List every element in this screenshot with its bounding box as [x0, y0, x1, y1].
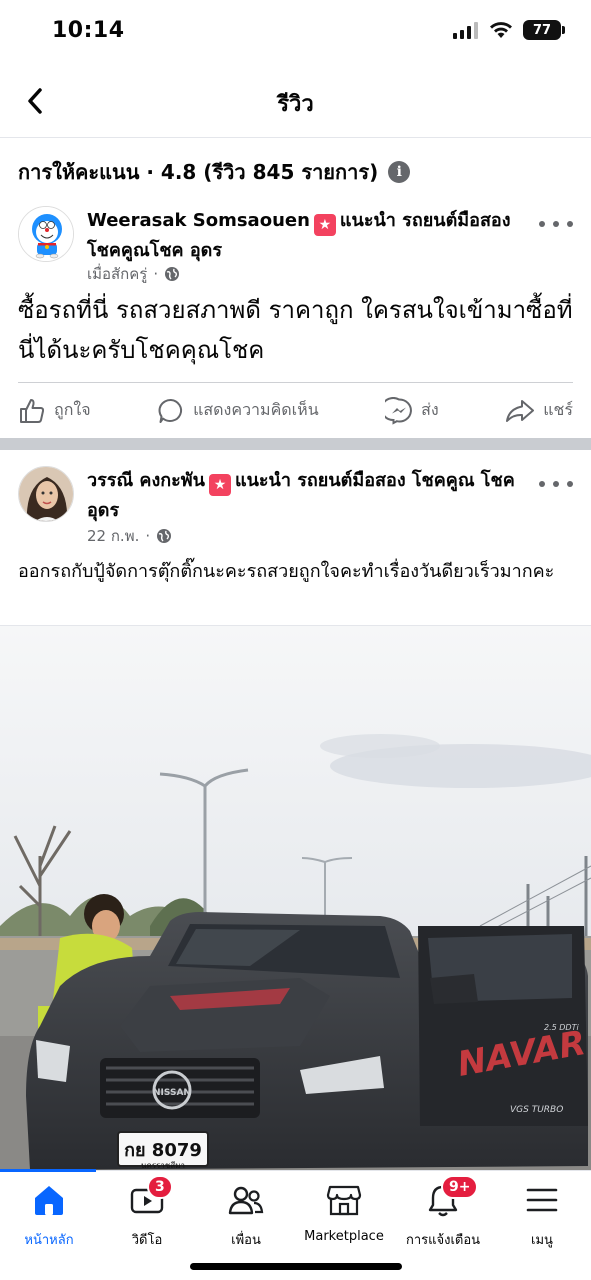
- avatar[interactable]: [18, 466, 74, 522]
- post-time: เมื่อสักครู่: [87, 265, 148, 283]
- thumbs-up-icon: [20, 398, 45, 423]
- comment-label: แสดงความคิดเห็น: [193, 400, 319, 419]
- nav-menu[interactable]: เมนู: [493, 1181, 591, 1251]
- nav-notifications-label: การแจ้งเตือน: [405, 1233, 481, 1248]
- nav-home-label: หน้าหลัก: [24, 1233, 74, 1248]
- status-time: 10:14: [52, 18, 125, 43]
- wifi-icon: [490, 22, 512, 38]
- globe-icon: [157, 529, 172, 543]
- globe-icon: [165, 267, 180, 281]
- notifications-badge: 9+: [441, 1175, 479, 1199]
- comment-button[interactable]: แสดงความคิดเห็น: [157, 397, 319, 425]
- marketplace-icon: [324, 1181, 364, 1219]
- like-label: ถูกใจ: [54, 400, 91, 419]
- active-tab-indicator: [0, 1169, 96, 1172]
- nav-marketplace[interactable]: Marketplace: [295, 1181, 393, 1251]
- nav-video[interactable]: 3 วิดีโอ: [98, 1175, 196, 1251]
- post-header: วรรณี คงกะพัน ★ แนะนำ รถยนต์มือสอง โชคคูณ …: [18, 466, 573, 546]
- more-options-button[interactable]: [539, 214, 573, 234]
- more-options-button[interactable]: [539, 474, 573, 494]
- status-bar: 10:14 77: [0, 0, 591, 66]
- post-meta: เมื่อสักครู่ ·: [87, 262, 180, 286]
- author-name[interactable]: วรรณี คงกะพัน: [87, 470, 205, 491]
- friends-icon: [226, 1181, 266, 1219]
- like-button[interactable]: ถูกใจ: [18, 397, 91, 425]
- page-header: รีวิว: [0, 66, 591, 138]
- post-divider: [0, 438, 591, 450]
- recommend-star-icon: ★: [313, 214, 336, 236]
- menu-icon: [522, 1181, 562, 1219]
- info-icon[interactable]: i: [388, 161, 411, 183]
- signal-icon: [453, 22, 478, 39]
- photo-door-sub-1: 2.5 DDTi: [544, 1023, 579, 1032]
- nav-friends-label: เพื่อน: [231, 1233, 261, 1248]
- nav-friends[interactable]: เพื่อน: [197, 1181, 295, 1251]
- rating-summary: การให้คะแนน · 4.8 (รีวิว 845 รายการ) i: [18, 156, 411, 188]
- recommend-star-icon: ★: [208, 474, 231, 496]
- home-icon: [29, 1181, 69, 1219]
- post-body: ซื้อรถที่นี่ รถสวยสภาพดี ราคาถูก ใครสนใจ…: [18, 296, 573, 364]
- send-button[interactable]: ส่ง: [385, 396, 439, 425]
- post-author: วรรณี คงกะพัน ★ แนะนำ รถยนต์มือสอง โชคคูณ …: [87, 466, 527, 526]
- comment-icon: [158, 398, 183, 423]
- battery-indicator: 77: [523, 20, 565, 40]
- share-button[interactable]: แชร์: [505, 397, 573, 425]
- photo-plate-text: กย 8079: [124, 1140, 202, 1161]
- share-label: แชร์: [543, 400, 573, 419]
- nav-home[interactable]: หน้าหลัก: [0, 1181, 98, 1251]
- photo-brand-text: NISSAN: [153, 1088, 191, 1098]
- avatar[interactable]: [18, 206, 74, 262]
- video-badge: 3: [147, 1175, 173, 1199]
- home-indicator[interactable]: [190, 1263, 402, 1270]
- rating-summary-text: การให้คะแนน · 4.8 (รีวิว 845 รายการ): [18, 160, 379, 184]
- nav-notifications[interactable]: 9+ การแจ้งเตือน: [394, 1175, 492, 1251]
- messenger-icon: [385, 396, 413, 425]
- post-actions: ถูกใจ แสดงความคิดเห็น ส่ง แชร์: [18, 382, 573, 438]
- nav-menu-label: เมนู: [531, 1233, 553, 1248]
- photo-plate-sub-text: นครราชสีมา: [141, 1161, 185, 1170]
- video-icon: 3: [127, 1175, 173, 1219]
- post-photo[interactable]: NISSAN กย 8079 นครราชสีมา NAVAR 2.5 DDTi…: [0, 626, 591, 1170]
- post-header: Weerasak Somsaouen ★ แนะนำ รถยนต์มือสอง โช…: [18, 206, 573, 286]
- bottom-navigation: หน้าหลัก 3 วิดีโอ เพื่อน Marketplace 9+ …: [0, 1169, 591, 1280]
- nav-marketplace-label: Marketplace: [304, 1229, 384, 1244]
- post-body: ออกรถกับปู้จัดการตุ๊กติ๊กนะคะรถสวยถูกใจค…: [18, 561, 555, 582]
- author-name[interactable]: Weerasak Somsaouen: [87, 210, 310, 231]
- share-icon: [506, 399, 535, 422]
- page-title: รีวิว: [277, 92, 314, 117]
- photo-door-sub-2: VGS TURBO: [510, 1105, 563, 1115]
- nav-video-label: วิดีโอ: [131, 1233, 163, 1248]
- post-author: Weerasak Somsaouen ★ แนะนำ รถยนต์มือสอง โช…: [87, 206, 527, 266]
- status-icons: 77: [453, 20, 565, 40]
- post-meta: 22 ก.พ. ·: [87, 524, 172, 548]
- post-time: 22 ก.พ.: [87, 527, 140, 545]
- bell-icon: 9+: [423, 1175, 479, 1219]
- send-label: ส่ง: [421, 400, 439, 419]
